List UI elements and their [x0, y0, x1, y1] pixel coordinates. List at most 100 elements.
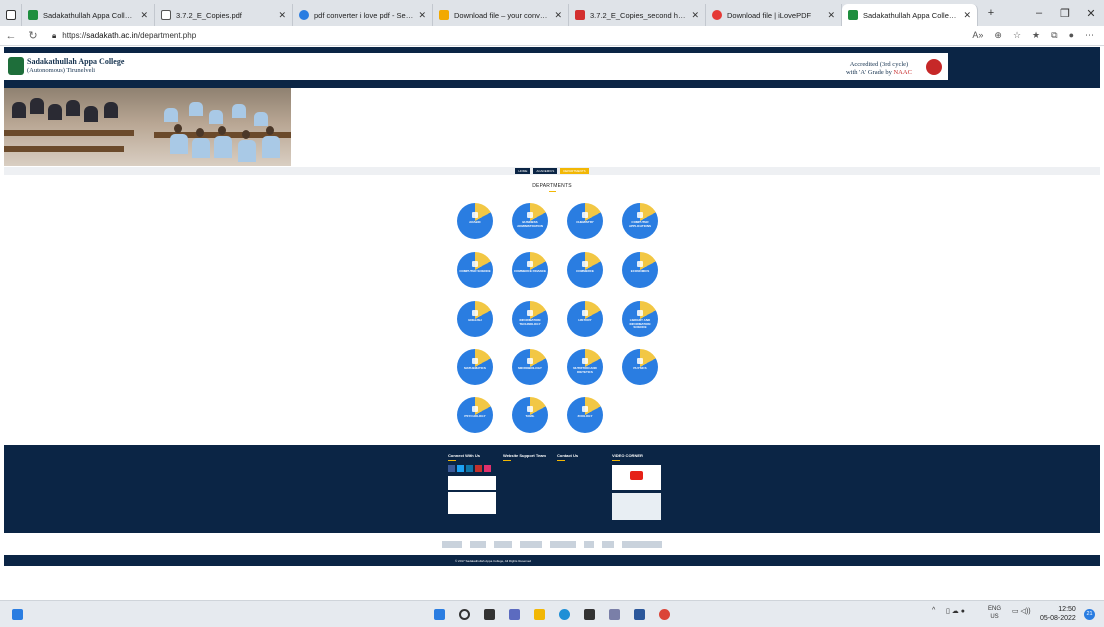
collections-icon[interactable]: ⧉ — [1051, 30, 1057, 41]
url-field[interactable]: 🔒︎ https://sadakath.ac.in/department.php — [52, 31, 196, 41]
department-card[interactable]: ECONOMICS — [622, 252, 658, 288]
browser-tab[interactable]: 3.7.2_E_Copies_second half.pdf ✕ — [569, 4, 706, 26]
department-card[interactable]: ARABIC — [457, 203, 493, 239]
address-bar: ← ↻ 🔒︎ https://sadakath.ac.in/department.… — [0, 26, 1104, 46]
document-icon — [161, 10, 171, 20]
department-card[interactable]: BUSINESS ADMINISTRATION — [512, 203, 548, 239]
department-card[interactable]: COMPUTER SCIENCE — [457, 252, 493, 288]
azadi-ka-amrit-mahotsav-logo[interactable] — [448, 492, 496, 514]
tray-icons[interactable]: ▯ ☁ ● — [946, 607, 965, 615]
department-card[interactable]: TAMIL — [512, 397, 548, 433]
breadcrumb-academics[interactable]: ACADEMICS — [533, 168, 558, 174]
department-card[interactable]: CHEMISTRY — [567, 203, 603, 239]
close-tab-icon[interactable]: ✕ — [554, 10, 562, 21]
department-card[interactable]: LIBRARY AND INFORMATION SCIENCE — [622, 301, 658, 337]
main-menu[interactable] — [4, 80, 1100, 88]
department-card[interactable]: HISTORY — [567, 301, 603, 337]
location-map[interactable] — [612, 493, 661, 520]
department-card[interactable]: INFORMATION TECHNOLOGY — [512, 301, 548, 337]
store-icon[interactable] — [584, 609, 595, 620]
widgets-icon[interactable] — [12, 609, 23, 620]
college-logo-icon[interactable] — [8, 57, 24, 75]
youtube-icon[interactable] — [475, 465, 482, 472]
badge-image[interactable] — [448, 476, 496, 490]
partner-logo[interactable] — [470, 540, 486, 548]
back-icon[interactable]: ← — [0, 30, 22, 42]
app-icon[interactable] — [609, 609, 620, 620]
browser-tab-active[interactable]: Sadakathullah Appa College, Pa ✕ — [842, 4, 978, 26]
instagram-icon[interactable] — [484, 465, 491, 472]
restore-icon[interactable]: ❐ — [1052, 7, 1078, 20]
close-window-icon[interactable]: ✕ — [1078, 7, 1104, 20]
close-tab-icon[interactable]: ✕ — [691, 10, 699, 21]
department-icon — [582, 212, 588, 218]
minimize-icon[interactable]: – — [1026, 7, 1052, 20]
start-icon[interactable] — [434, 609, 445, 620]
browser-tab[interactable]: Download file | iLovePDF ✕ — [706, 4, 842, 26]
twitter-icon[interactable] — [457, 465, 464, 472]
close-tab-icon[interactable]: ✕ — [963, 10, 971, 21]
add-favorite-icon[interactable]: ☆ — [1013, 30, 1021, 41]
partner-logo[interactable] — [550, 540, 576, 548]
new-tab-button[interactable]: + — [978, 7, 1004, 19]
department-icon — [582, 310, 588, 316]
department-card[interactable]: MICROBIOLOGY — [512, 349, 548, 385]
department-card[interactable]: PSYCHOLOGY — [457, 397, 493, 433]
profile-icon[interactable]: ● — [1069, 30, 1074, 41]
department-icon — [472, 406, 478, 412]
favorites-icon[interactable]: ★ — [1032, 30, 1040, 41]
partner-logo[interactable] — [494, 540, 512, 548]
partner-logo[interactable] — [602, 540, 614, 548]
department-card[interactable]: COMMERCE FINANCE — [512, 252, 548, 288]
close-tab-icon[interactable]: ✕ — [827, 10, 835, 21]
department-card[interactable]: COMPUTER APPLICATIONS — [622, 203, 658, 239]
browser-tab[interactable]: 3.7.2_E_Copies.pdf ✕ — [155, 4, 293, 26]
linkedin-icon[interactable] — [466, 465, 473, 472]
accreditation-text: Accredited (3rd cycle) with 'A' Grade by… — [846, 61, 912, 76]
department-card[interactable]: ZOOLOGY — [567, 397, 603, 433]
browser-tab[interactable]: pdf converter i love pdf - Search ✕ — [293, 4, 433, 26]
department-card[interactable]: ENGLISH — [457, 301, 493, 337]
close-tab-icon[interactable]: ✕ — [140, 10, 148, 21]
tab-actions-button[interactable] — [0, 4, 22, 26]
partner-logo[interactable] — [520, 540, 542, 548]
refresh-icon[interactable]: ↻ — [22, 29, 44, 42]
youtube-video[interactable] — [612, 465, 661, 490]
tray-chevron-icon[interactable]: ^ — [932, 607, 935, 614]
browser-tab[interactable]: Sadakathullah Appa College, Pa ✕ — [22, 4, 155, 26]
word-icon[interactable] — [634, 609, 645, 620]
search-icon — [299, 10, 309, 20]
department-card[interactable]: MATHEMATICS — [457, 349, 493, 385]
read-aloud-icon[interactable]: A» — [972, 30, 983, 41]
department-name: ZOOLOGY — [577, 414, 593, 418]
facebook-icon[interactable] — [448, 465, 455, 472]
task-view-icon[interactable] — [484, 609, 495, 620]
edge-icon[interactable] — [559, 609, 570, 620]
department-icon — [527, 212, 533, 218]
breadcrumb-home[interactable]: HOME — [515, 168, 531, 174]
department-card[interactable]: PHYSICS — [622, 349, 658, 385]
partner-logo[interactable] — [584, 540, 594, 548]
language-indicator[interactable]: ENG US — [988, 605, 1001, 621]
close-tab-icon[interactable]: ✕ — [278, 10, 286, 21]
chat-icon[interactable] — [509, 609, 520, 620]
college-favicon-icon — [848, 10, 858, 20]
footer-contact: Contact Us — [557, 453, 605, 515]
browser-tab[interactable]: Download file – your conversion ✕ — [433, 4, 569, 26]
department-icon — [527, 406, 533, 412]
file-explorer-icon[interactable] — [534, 609, 545, 620]
partner-logo[interactable] — [622, 540, 662, 548]
chrome-icon[interactable] — [659, 609, 670, 620]
search-icon[interactable] — [459, 609, 470, 620]
network-volume-icon[interactable]: ▭ ◁)) — [1012, 607, 1031, 615]
partner-logo[interactable] — [442, 540, 462, 548]
department-card[interactable]: COMMERCE — [567, 252, 603, 288]
department-card[interactable]: NUTRITION AND DIETETICS — [567, 349, 603, 385]
more-icon[interactable]: ⋯ — [1085, 30, 1094, 41]
zoom-icon[interactable]: ⊕ — [994, 30, 1002, 41]
notification-badge[interactable]: 21 — [1084, 609, 1095, 620]
college-name[interactable]: Sadakathullah Appa College — [27, 57, 124, 66]
close-tab-icon[interactable]: ✕ — [418, 10, 426, 21]
department-icon — [527, 310, 533, 316]
clock[interactable]: 12:50 05-08-2022 — [1040, 605, 1076, 623]
